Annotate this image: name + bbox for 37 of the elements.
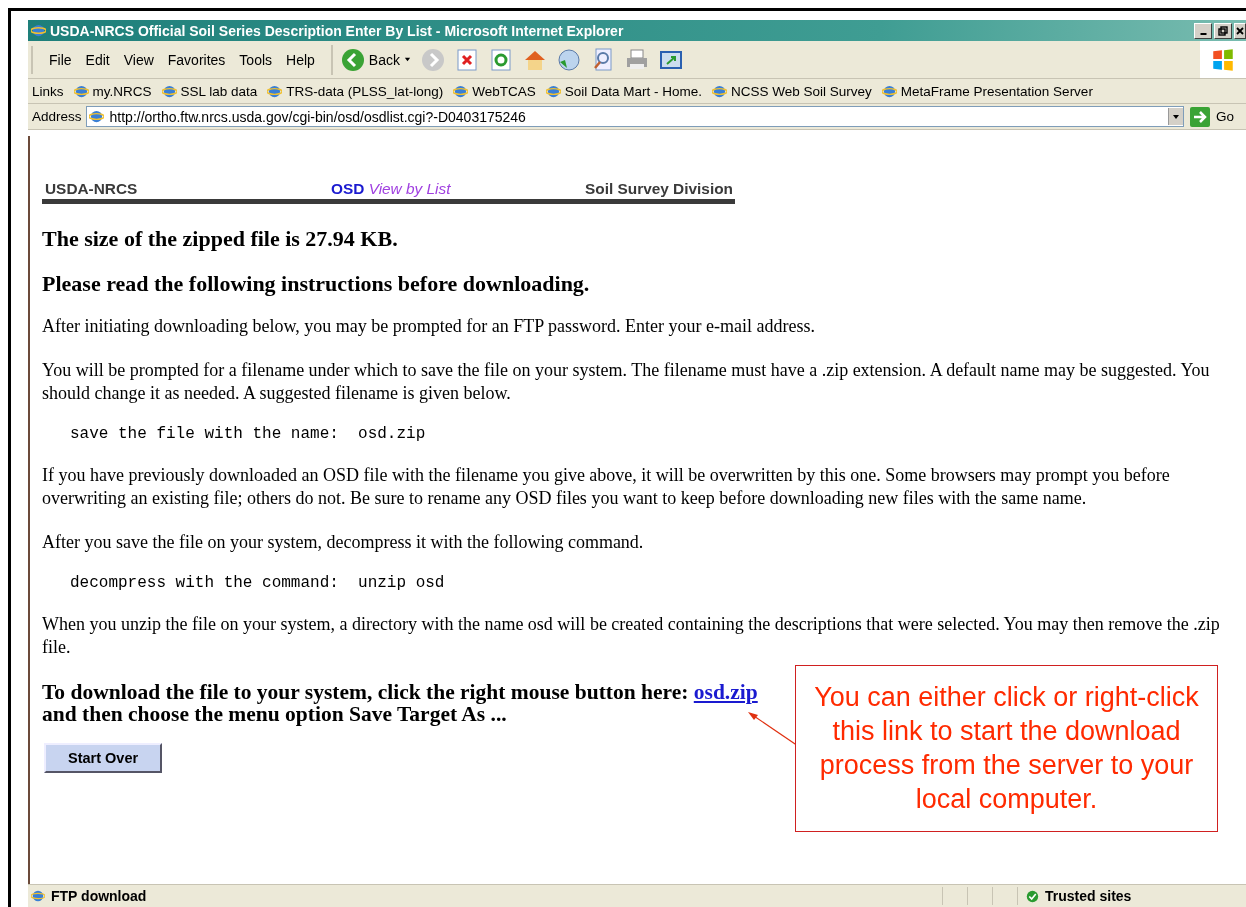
go-button[interactable]: Go — [1188, 106, 1246, 127]
command-text: save the file with the name: osd.zip — [70, 425, 427, 443]
download-instruction: To download the file to your system, click the right mouse button here: osd.zip and then choose the menu option Save Target As ... — [42, 681, 758, 725]
menu-item[interactable]: Edit — [79, 49, 116, 70]
page-heading: OSD View by List — [331, 180, 452, 198]
download-link[interactable]: osd.zip — [693, 680, 758, 704]
favorite-link[interactable]: WebTCAS — [453, 83, 536, 99]
heading: The size of the zipped file is 27.94 KB. — [42, 228, 399, 249]
favorite-link[interactable]: NCSS Web Soil Survey — [712, 83, 872, 99]
paragraph: If you have previously downloaded an OSD file with the filename you give above, it will be overwritten by this one. Some browsers may prompt you before overwriting an existing file; others do not. Be sure to rename any OSD files you want to keep before downloading new files with the same name. — [42, 464, 1171, 510]
address-field[interactable]: http://ortho.ftw.nrcs.usda.gov/cgi-bin/osd/osdlist.cgi?-D0403175246 — [85, 106, 1184, 127]
menu-item[interactable]: Help — [280, 49, 321, 70]
paragraph: After you save the file on your system, decompress it with the following command. — [42, 531, 645, 554]
favorite-link[interactable]: TRS-data (PLSS_lat-long) — [267, 83, 444, 99]
links-label: Links — [32, 83, 64, 99]
favorite-link[interactable]: Soil Data Mart - Home. — [545, 83, 702, 99]
security-zone: Trusted sites — [1017, 887, 1246, 905]
favorite-link[interactable]: SSL lab data — [161, 83, 258, 99]
paragraph: When you unzip the file on your system, a directory with the name osd will be created containing the descriptions that were selected. You may then remove the .zip file. — [42, 613, 1221, 659]
division-name: Soil Survey Division — [585, 180, 733, 198]
favorite-link[interactable]: MetaFrame Presentation Server — [881, 83, 1093, 99]
start-over-button[interactable]: Start Over — [44, 743, 163, 773]
command-text: decompress with the command: unzip osd — [70, 574, 446, 592]
menu-item[interactable]: File — [43, 49, 78, 70]
menu-item[interactable]: Tools — [233, 49, 279, 70]
status-text: FTP download — [28, 888, 942, 904]
annotation-callout: You can either click or right-click this link to start the download process from the server to your local computer. — [795, 665, 1218, 832]
menu-item[interactable]: View — [117, 49, 160, 70]
heading: Please read the following instructions before downloading. — [42, 273, 591, 294]
site-name: USDA-NRCS — [45, 180, 139, 198]
paragraph: After initiating downloading below, you may be prompted for an FTP password. Enter your e-mail address. — [42, 315, 816, 338]
window-title: USDA-NRCS Official Soil Series Description Enter By List - Microsoft Internet Explorer — [50, 22, 625, 39]
menu-item[interactable]: Favorites — [161, 49, 232, 70]
paragraph: You will be prompted for a filename under which to save the file on your system. The filename must have a .zip extension. A default name may be suggested. You should change it as needed. A suggested filename is given below. — [42, 359, 1211, 405]
favorite-link[interactable]: my.NRCS — [73, 83, 152, 99]
back-button[interactable]: Back — [340, 47, 411, 72]
address-label: Address — [32, 109, 82, 124]
